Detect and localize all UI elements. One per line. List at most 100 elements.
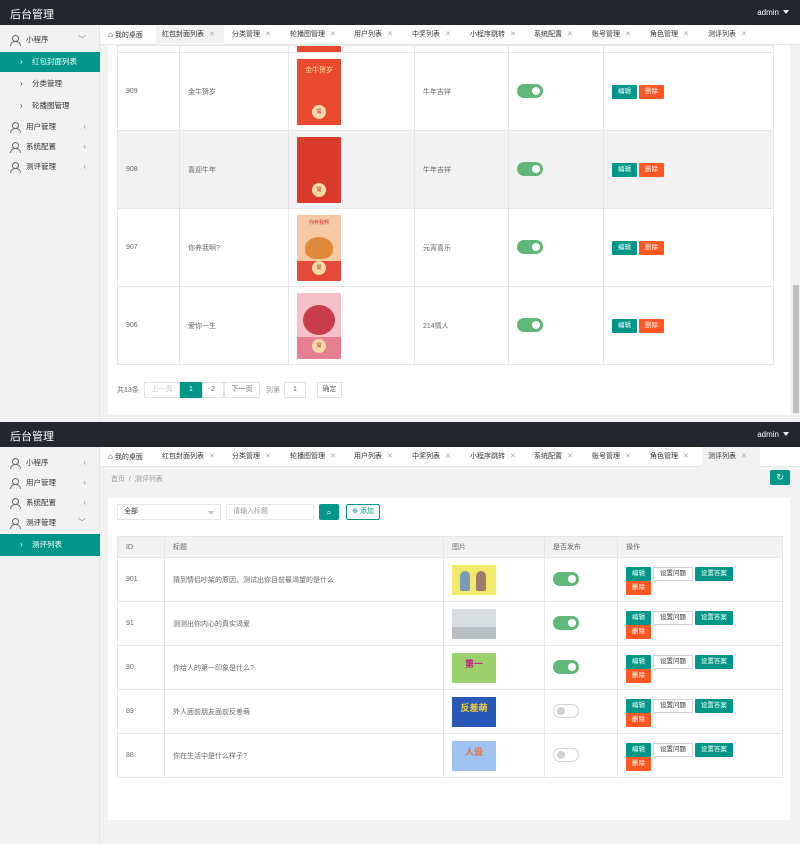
- edit-button[interactable]: 编辑: [612, 240, 637, 255]
- add-button[interactable]: ⊕ 添加: [346, 504, 380, 520]
- close-icon[interactable]: ✕: [683, 31, 689, 38]
- edit-button[interactable]: 编辑: [612, 84, 637, 99]
- page-1-button[interactable]: 1: [180, 382, 202, 398]
- edit-button[interactable]: 编辑: [626, 698, 651, 713]
- delete-button[interactable]: 删除: [626, 756, 651, 771]
- edit-button[interactable]: 编辑: [626, 566, 651, 581]
- delete-button[interactable]: 删除: [638, 240, 664, 255]
- tab-accounts[interactable]: 账号管理 ✕: [586, 447, 631, 467]
- set-answer-button[interactable]: 设置答案: [694, 654, 733, 669]
- sidebar-item-cover-list[interactable]: › 红包封面列表: [0, 52, 100, 72]
- sidebar-item-config[interactable]: 系统配置 ‹: [0, 493, 100, 513]
- close-icon[interactable]: ✕: [683, 453, 689, 460]
- edit-button[interactable]: 编辑: [626, 742, 651, 757]
- delete-button[interactable]: 删除: [626, 624, 651, 639]
- set-answer-button[interactable]: 设置答案: [694, 742, 733, 757]
- set-answer-button[interactable]: 设置答案: [694, 698, 733, 713]
- close-icon[interactable]: ✕: [567, 453, 573, 460]
- set-question-button[interactable]: 设置问题: [652, 610, 693, 625]
- tab-category[interactable]: 分类管理 ✕: [226, 25, 271, 45]
- tab-users[interactable]: 用户列表 ✕: [348, 447, 393, 467]
- close-icon[interactable]: ✕: [387, 31, 393, 38]
- close-icon[interactable]: ✕: [209, 31, 215, 38]
- sidebar-item-carousel[interactable]: › 轮播图管理: [0, 96, 100, 116]
- scrollbar[interactable]: [792, 45, 800, 422]
- close-icon[interactable]: ✕: [625, 453, 631, 460]
- tab-roles[interactable]: 角色管理 ✕: [644, 25, 689, 45]
- set-question-button[interactable]: 设置问题: [652, 742, 693, 757]
- close-icon[interactable]: ✕: [567, 31, 573, 38]
- close-icon[interactable]: ✕: [741, 31, 747, 38]
- sidebar-item-users[interactable]: 用户管理 ‹: [0, 117, 100, 137]
- delete-button[interactable]: 删除: [626, 668, 651, 683]
- publish-toggle[interactable]: [517, 83, 543, 98]
- sidebar-item-users[interactable]: 用户管理 ‹: [0, 473, 100, 493]
- tab-users[interactable]: 用户列表 ✕: [348, 25, 393, 45]
- set-question-button[interactable]: 设置问题: [652, 698, 693, 713]
- tab-evaluation[interactable]: 测评列表 ✕: [702, 447, 760, 467]
- tab-desktop[interactable]: ⌂ 我的桌面: [102, 25, 143, 45]
- tab-winners[interactable]: 中奖列表 ✕: [406, 447, 451, 467]
- sidebar-item-evaluation-list[interactable]: › 测评列表: [0, 534, 100, 556]
- confirm-button[interactable]: 确定: [317, 382, 342, 398]
- tab-config[interactable]: 系统配置 ✕: [528, 25, 573, 45]
- set-question-button[interactable]: 设置问题: [652, 566, 693, 581]
- close-icon[interactable]: ✕: [510, 453, 516, 460]
- close-icon[interactable]: ✕: [510, 31, 516, 38]
- close-icon[interactable]: ✕: [330, 31, 336, 38]
- tab-miniprogram-jump[interactable]: 小程序跳转 ✕: [464, 25, 516, 45]
- set-answer-button[interactable]: 设置答案: [694, 566, 733, 581]
- delete-button[interactable]: 删除: [638, 318, 664, 333]
- edit-button[interactable]: 编辑: [626, 654, 651, 669]
- tab-cover-list[interactable]: 红包封面列表 ✕: [156, 447, 215, 467]
- close-icon[interactable]: ✕: [265, 31, 271, 38]
- delete-button[interactable]: 删除: [638, 84, 664, 99]
- edit-button[interactable]: 编辑: [626, 610, 651, 625]
- close-icon[interactable]: ✕: [387, 453, 393, 460]
- page-2-button[interactable]: 2: [202, 382, 224, 398]
- tab-category[interactable]: 分类管理 ✕: [226, 447, 271, 467]
- delete-button[interactable]: 删除: [626, 580, 651, 595]
- refresh-button[interactable]: ↻: [770, 470, 790, 485]
- search-button[interactable]: ⌕: [319, 504, 339, 520]
- close-icon[interactable]: ✕: [265, 453, 271, 460]
- publish-toggle[interactable]: [553, 571, 579, 586]
- sidebar-item-evaluation[interactable]: 测评管理 ‹: [0, 157, 100, 177]
- tab-winners[interactable]: 中奖列表 ✕: [406, 25, 451, 45]
- admin-menu[interactable]: admin: [757, 430, 789, 439]
- next-page-button[interactable]: 下一页: [224, 382, 260, 398]
- tab-carousel[interactable]: 轮播图管理 ✕: [284, 25, 336, 45]
- close-icon[interactable]: ✕: [625, 31, 631, 38]
- publish-toggle[interactable]: [517, 239, 543, 254]
- sidebar-item-category[interactable]: › 分类管理: [0, 74, 100, 94]
- close-icon[interactable]: ✕: [330, 453, 336, 460]
- scrollbar-thumb[interactable]: [793, 285, 799, 413]
- publish-toggle[interactable]: [553, 615, 579, 630]
- edit-button[interactable]: 编辑: [612, 162, 637, 177]
- sidebar-item-miniprogram[interactable]: 小程序 ﹀: [0, 30, 100, 50]
- delete-button[interactable]: 删除: [626, 712, 651, 727]
- tab-roles[interactable]: 角色管理 ✕: [644, 447, 689, 467]
- sidebar-item-config[interactable]: 系统配置 ‹: [0, 137, 100, 157]
- tab-cover-list[interactable]: 红包封面列表 ✕: [156, 25, 224, 45]
- set-question-button[interactable]: 设置问题: [652, 654, 693, 669]
- search-input[interactable]: 请输入标题: [226, 504, 314, 520]
- close-icon[interactable]: ✕: [445, 31, 451, 38]
- close-icon[interactable]: ✕: [445, 453, 451, 460]
- tab-carousel[interactable]: 轮播图管理 ✕: [284, 447, 336, 467]
- tab-config[interactable]: 系统配置 ✕: [528, 447, 573, 467]
- publish-toggle[interactable]: [553, 747, 579, 762]
- sidebar-item-evaluation[interactable]: 测评管理 ﹀: [0, 513, 100, 533]
- prev-page-button[interactable]: 上一页: [144, 382, 180, 398]
- publish-toggle[interactable]: [517, 161, 543, 176]
- publish-toggle[interactable]: [517, 317, 543, 332]
- publish-toggle[interactable]: [553, 703, 579, 718]
- set-answer-button[interactable]: 设置答案: [694, 610, 733, 625]
- breadcrumb-home[interactable]: 首页: [111, 476, 125, 483]
- tab-desktop[interactable]: ⌂ 我的桌面: [102, 447, 143, 467]
- sidebar-item-miniprogram[interactable]: 小程序 ‹: [0, 453, 100, 473]
- status-select[interactable]: 全部: [117, 504, 221, 520]
- tab-miniprogram-jump[interactable]: 小程序跳转 ✕: [464, 447, 516, 467]
- close-icon[interactable]: ✕: [209, 453, 215, 460]
- delete-button[interactable]: 删除: [638, 162, 664, 177]
